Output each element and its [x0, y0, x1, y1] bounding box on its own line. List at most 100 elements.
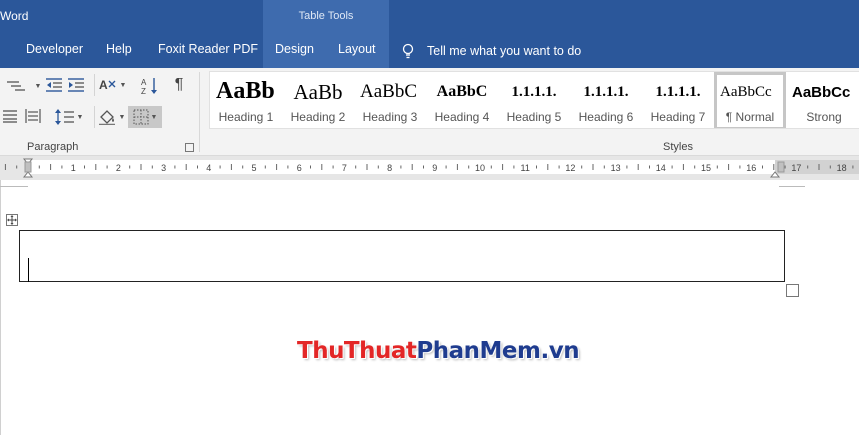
tab-foxit-reader-pdf[interactable]: Foxit Reader PDF	[158, 34, 258, 68]
move-icon	[7, 215, 17, 225]
chevron-down-icon: ▼	[118, 113, 126, 121]
decrease-indent-button[interactable]	[44, 76, 64, 94]
style-sample: AaBbC	[436, 83, 488, 100]
ruler-label: 9	[432, 163, 437, 173]
sort-icon: A Z	[141, 78, 157, 96]
title-bar: Word	[0, 0, 859, 34]
paragraph-dialog-launcher-icon[interactable]	[185, 143, 194, 152]
svg-text:Z: Z	[141, 87, 146, 96]
style-heading-6[interactable]: 1.1.1.1. Heading 6	[570, 72, 642, 128]
style-heading-7[interactable]: 1.1.1.1. Heading 7	[642, 72, 714, 128]
tab-help[interactable]: Help	[106, 34, 132, 68]
chevron-down-icon: ▼	[34, 82, 42, 90]
ribbon-separator	[94, 74, 95, 96]
style-name: Heading 1	[218, 110, 274, 124]
asian-layout-button[interactable]: A ▼	[97, 76, 127, 94]
increase-indent-icon	[68, 78, 84, 92]
style-heading-4[interactable]: AaBbC Heading 4	[426, 72, 498, 128]
multilevel-list-icon	[6, 81, 25, 91]
chevron-down-icon: ▼	[76, 113, 84, 121]
margin-marker	[779, 186, 805, 187]
column-marker	[777, 161, 785, 173]
table-move-handle[interactable]	[6, 214, 18, 226]
borders-icon	[133, 109, 149, 125]
document-table-cell[interactable]	[19, 230, 785, 282]
ruler-label: 1	[71, 163, 76, 173]
table-tools-label: Table Tools	[298, 10, 354, 22]
ruler-label: 11	[521, 163, 530, 173]
styles-group-label: Styles	[663, 141, 693, 153]
style-heading-3[interactable]: AaBbC Heading 3	[354, 72, 426, 128]
watermark-part-1: ThuThuat	[297, 338, 417, 364]
document-page[interactable]	[0, 180, 859, 435]
app-title: Word	[0, 9, 29, 23]
style-normal[interactable]: AaBbCc ¶ Normal	[714, 72, 786, 128]
chevron-down-icon: ▼	[150, 113, 158, 121]
paint-bucket-icon	[98, 110, 115, 125]
ruler-label: 16	[746, 163, 756, 173]
right-indent-marker	[769, 171, 781, 178]
style-sample: AaBbCc	[792, 84, 851, 101]
svg-text:A: A	[99, 78, 108, 92]
ruler-label: 18	[837, 163, 847, 173]
ruler-label: 6	[297, 163, 302, 173]
svg-text:A: A	[141, 78, 147, 87]
show-hide-marks-button[interactable]: ¶	[170, 76, 188, 94]
column-marker	[24, 161, 32, 173]
multilevel-list-button[interactable]: ▼	[2, 78, 44, 94]
ruler-label: 8	[387, 163, 392, 173]
text-cursor	[28, 258, 29, 282]
justify-icon	[3, 110, 17, 123]
watermark-part-3: .vn	[540, 338, 580, 364]
style-name: Heading 6	[578, 110, 634, 124]
shading-button[interactable]: ▼	[96, 108, 126, 126]
tab-table-design[interactable]: Design	[275, 34, 314, 68]
table-tools-contextual-group: Table Tools Design Layout	[263, 0, 389, 68]
ribbon-group-divider	[199, 72, 200, 152]
ruler-label: 17	[791, 163, 801, 173]
paragraph-group-label: Paragraph	[27, 141, 79, 153]
asian-layout-icon: A	[99, 78, 116, 92]
style-name: Heading 7	[650, 110, 706, 124]
ribbon: ▼ A ▼ A Z ¶ ▼ ▼ ▼ Paragraph AaBb Heading…	[0, 68, 859, 156]
style-heading-1[interactable]: AaBb Heading 1	[210, 72, 282, 128]
ruler-label: 10	[475, 163, 485, 173]
ruler-label: 15	[701, 163, 711, 173]
style-name: ¶ Normal	[725, 110, 775, 124]
distributed-button[interactable]	[24, 108, 42, 124]
distributed-icon	[25, 109, 41, 123]
watermark-part-2: PhanMem	[416, 338, 541, 364]
borders-button[interactable]: ▼	[128, 106, 162, 128]
tab-developer[interactable]: Developer	[26, 34, 83, 68]
style-name: Heading 4	[434, 110, 490, 124]
increase-indent-button[interactable]	[66, 76, 86, 94]
ruler-label: 4	[206, 163, 211, 173]
table-resize-handle[interactable]	[786, 284, 799, 297]
style-name: Heading 2	[290, 110, 346, 124]
ribbon-separator	[94, 106, 95, 128]
watermark-logo: ThuThuatPhanMem.vn	[297, 338, 580, 364]
style-sample: AaBbCc	[720, 84, 772, 100]
style-name: Strong	[806, 110, 842, 124]
line-spacing-icon	[54, 109, 74, 125]
ruler-label: 5	[251, 163, 256, 173]
ruler-label: 3	[161, 163, 166, 173]
line-spacing-button[interactable]: ▼	[54, 108, 84, 126]
style-sample: 1.1.1.1.	[583, 84, 629, 100]
tab-table-layout[interactable]: Layout	[338, 34, 376, 68]
sort-button[interactable]: A Z	[139, 76, 161, 96]
style-sample: 1.1.1.1.	[655, 84, 701, 100]
ruler-label: 7	[342, 163, 347, 173]
hanging-indent-marker	[22, 171, 34, 178]
ruler-label: 13	[611, 163, 621, 173]
justify-button[interactable]	[2, 108, 18, 124]
style-heading-5[interactable]: 1.1.1.1. Heading 5	[498, 72, 570, 128]
style-sample: AaBb	[293, 80, 343, 104]
style-heading-2[interactable]: AaBb Heading 2	[282, 72, 354, 128]
style-sample: AaBbC	[360, 81, 417, 102]
tell-me-search[interactable]: Tell me what you want to do	[401, 34, 581, 68]
styles-gallery: AaBb Heading 1 AaBb Heading 2 AaBbC Head…	[209, 71, 859, 129]
tell-me-label: Tell me what you want to do	[427, 44, 582, 58]
style-strong[interactable]: AaBbCc Strong	[788, 72, 859, 128]
ruler-label: 14	[656, 163, 666, 173]
